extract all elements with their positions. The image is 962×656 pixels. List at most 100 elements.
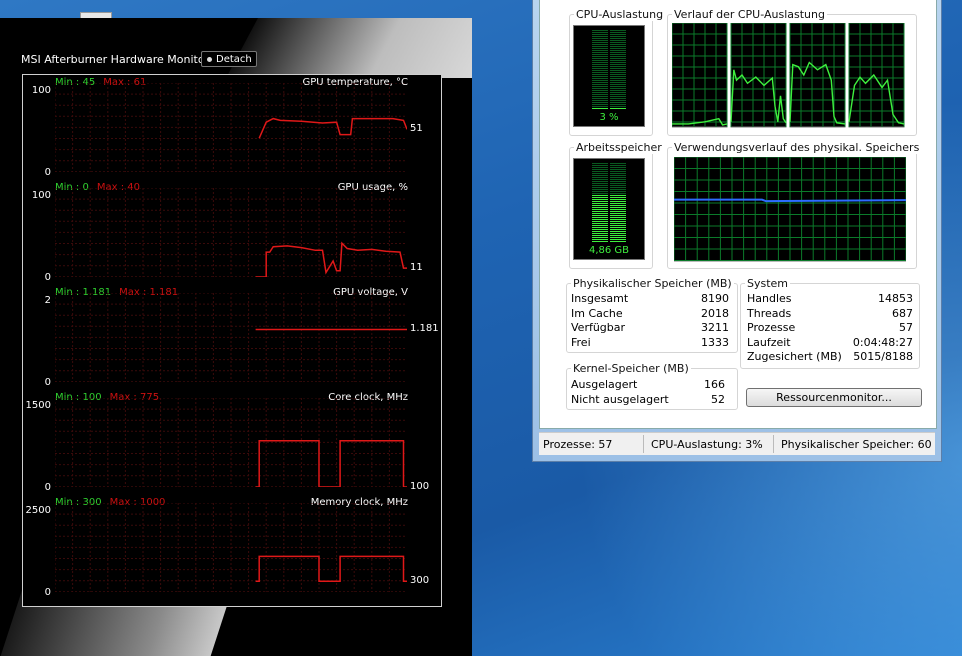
- meter-segment: [610, 48, 626, 49]
- meter-segment: [592, 106, 608, 107]
- meter-segment: [610, 203, 626, 204]
- row-value: 687: [892, 306, 913, 320]
- meter-segment: [592, 201, 608, 202]
- meter-segment: [610, 68, 626, 69]
- system-group: System Handles 14853 Threads 687 Prozesse 57 L…: [740, 277, 920, 369]
- meter-segment: [610, 223, 626, 224]
- meter-segment: [610, 235, 626, 236]
- memory-meter: 4,86 GB: [573, 158, 645, 260]
- meter-segment: [592, 76, 608, 77]
- table-row: Laufzeit 0:04:48:27: [747, 336, 913, 351]
- cpu-usage-value: 3 %: [599, 112, 619, 123]
- meter-segment: [592, 191, 608, 192]
- meter-segment: [592, 173, 608, 174]
- memory-meter-bars: [592, 163, 626, 242]
- meter-segment: [592, 221, 608, 222]
- graph-current-value: 1.181: [410, 323, 439, 335]
- row-label: Insgesamt: [571, 292, 629, 305]
- meter-segment: [610, 96, 626, 97]
- graph-ymin: 0: [44, 377, 51, 388]
- meter-segment: [592, 211, 608, 212]
- meter-segment: [592, 94, 608, 95]
- memory-history-label: Verwendungsverlauf des physikal. Speiche…: [672, 141, 922, 154]
- meter-segment: [592, 205, 608, 206]
- row-label: Nicht ausgelagert: [571, 392, 669, 406]
- meter-segment: [610, 199, 626, 200]
- graph-panel: Min : 1.181 Max : 1.181 GPU voltage, V 2 0 1.…: [23, 285, 441, 390]
- meter-segment: [610, 86, 626, 87]
- meter-segment: [592, 179, 608, 180]
- resource-monitor-button[interactable]: Ressourcenmonitor...: [746, 388, 922, 407]
- graph-trace: [255, 439, 407, 488]
- meter-segment: [610, 217, 626, 218]
- graph-ymin: 0: [44, 167, 51, 178]
- meter-segment: [610, 100, 626, 101]
- meter-segment: [592, 199, 608, 200]
- graph-ymax: 2500: [25, 505, 51, 516]
- meter-segment: [592, 54, 608, 55]
- meter-segment: [610, 175, 626, 176]
- meter-segment: [592, 175, 608, 176]
- meter-segment: [592, 46, 608, 47]
- meter-segment: [592, 229, 608, 230]
- meter-segment: [592, 241, 608, 242]
- meter-segment: [592, 100, 608, 101]
- meter-segment: [610, 163, 626, 164]
- row-label: Im Cache: [571, 306, 623, 320]
- task-manager-window: CPU-Auslastung 3 % Verlauf der CPU-Ausla…: [532, 0, 942, 462]
- memory-history-group: Verwendungsverlauf des physikal. Speiche…: [667, 141, 922, 269]
- meter-segment: [610, 213, 626, 214]
- meter-segment: [610, 108, 626, 109]
- status-processes: Prozesse: 57: [543, 438, 613, 451]
- kernel-memory-label: Kernel-Speicher (MB): [571, 362, 691, 375]
- performance-tab: CPU-Auslastung 3 % Verlauf der CPU-Ausla…: [539, 0, 937, 429]
- graph-ymax: 100: [31, 85, 51, 96]
- cpu-usage-label: CPU-Auslastung: [574, 8, 666, 21]
- meter-segment: [592, 197, 608, 198]
- msi-afterburner-window: MSI Afterburner Hardware Monitor Detach …: [0, 18, 472, 656]
- meter-segment: [610, 219, 626, 220]
- row-value: 8190: [701, 292, 729, 305]
- cpu-usage-meter: 3 %: [573, 25, 645, 127]
- meter-segment: [610, 185, 626, 186]
- meter-segment: [610, 38, 626, 39]
- meter-segment: [610, 44, 626, 45]
- detach-button[interactable]: Detach: [201, 51, 257, 67]
- meter-segment: [592, 237, 608, 238]
- meter-segment: [592, 219, 608, 220]
- graph-svg: [54, 502, 407, 593]
- meter-segment: [610, 173, 626, 174]
- meter-segment: [592, 66, 608, 67]
- meter-segment: [610, 239, 626, 240]
- meter-segment: [610, 205, 626, 206]
- meter-segment: [592, 56, 608, 57]
- status-cpu: CPU-Auslastung: 3%: [651, 438, 763, 451]
- meter-segment: [592, 30, 608, 31]
- graph-area[interactable]: Min : 45 Max : 61 GPU temperature, °C 100 0 5…: [22, 74, 442, 607]
- meter-segment: [592, 70, 608, 71]
- memory-group: Arbeitsspeicher 4,86 GB: [569, 141, 664, 269]
- graph-trace: [258, 117, 408, 139]
- meter-segment: [592, 187, 608, 188]
- row-label: Frei: [571, 335, 591, 349]
- meter-segment: [610, 191, 626, 192]
- meter-segment: [610, 50, 626, 51]
- meter-segment: [592, 181, 608, 182]
- row-value: 2018: [701, 306, 729, 320]
- graph-current-value: 11: [410, 262, 423, 274]
- kernel-memory-table: Ausgelagert 166 Nicht ausgelagert 52: [571, 378, 725, 407]
- meter-segment: [592, 225, 608, 226]
- graph-svg: [54, 397, 407, 488]
- meter-segment: [592, 203, 608, 204]
- meter-segment: [592, 193, 608, 194]
- meter-segment: [592, 217, 608, 218]
- status-bar: Prozesse: 57 CPU-Auslastung: 3% Physikal…: [539, 432, 935, 455]
- meter-segment: [592, 36, 608, 37]
- meter-segment: [592, 64, 608, 65]
- meter-segment: [592, 50, 608, 51]
- graph-plot: [54, 187, 407, 278]
- meter-segment: [610, 237, 626, 238]
- graph-plot: [54, 82, 408, 173]
- meter-segment: [592, 88, 608, 89]
- row-label: Laufzeit: [747, 335, 791, 349]
